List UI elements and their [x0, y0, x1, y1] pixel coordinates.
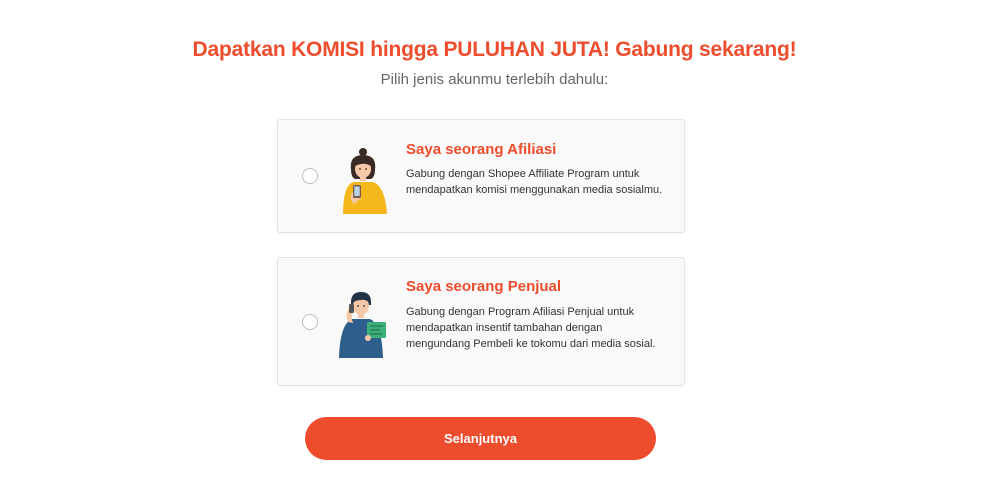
radio-seller[interactable] — [302, 314, 318, 330]
page-subheadline: Pilih jenis akunmu terlebih dahulu: — [380, 71, 609, 88]
affiliate-woman-with-phone-icon — [334, 144, 396, 214]
option-description-seller: Gabung dengan Program Afiliasi Penjual u… — [406, 306, 656, 350]
option-description-affiliate: Gabung dengan Shopee Affiliate Program u… — [406, 168, 663, 196]
affiliate-signup-page: Dapatkan KOMISI hingga PULUHAN JUTA! Gab… — [0, 0, 989, 495]
option-card-seller[interactable]: Saya seorang Penjual Gabung dengan Progr… — [277, 257, 685, 386]
seller-man-with-phone-icon — [334, 288, 396, 358]
option-title-affiliate: Saya seorang Afiliasi — [406, 141, 557, 158]
option-title-seller: Saya seorang Penjual — [406, 278, 562, 295]
next-button[interactable]: Selanjutnya — [305, 417, 656, 460]
option-card-affiliate[interactable]: Saya seorang Afiliasi Gabung dengan Shop… — [277, 119, 685, 233]
page-headline: Dapatkan KOMISI hingga PULUHAN JUTA! Gab… — [192, 38, 797, 61]
radio-affiliate[interactable] — [302, 168, 318, 184]
